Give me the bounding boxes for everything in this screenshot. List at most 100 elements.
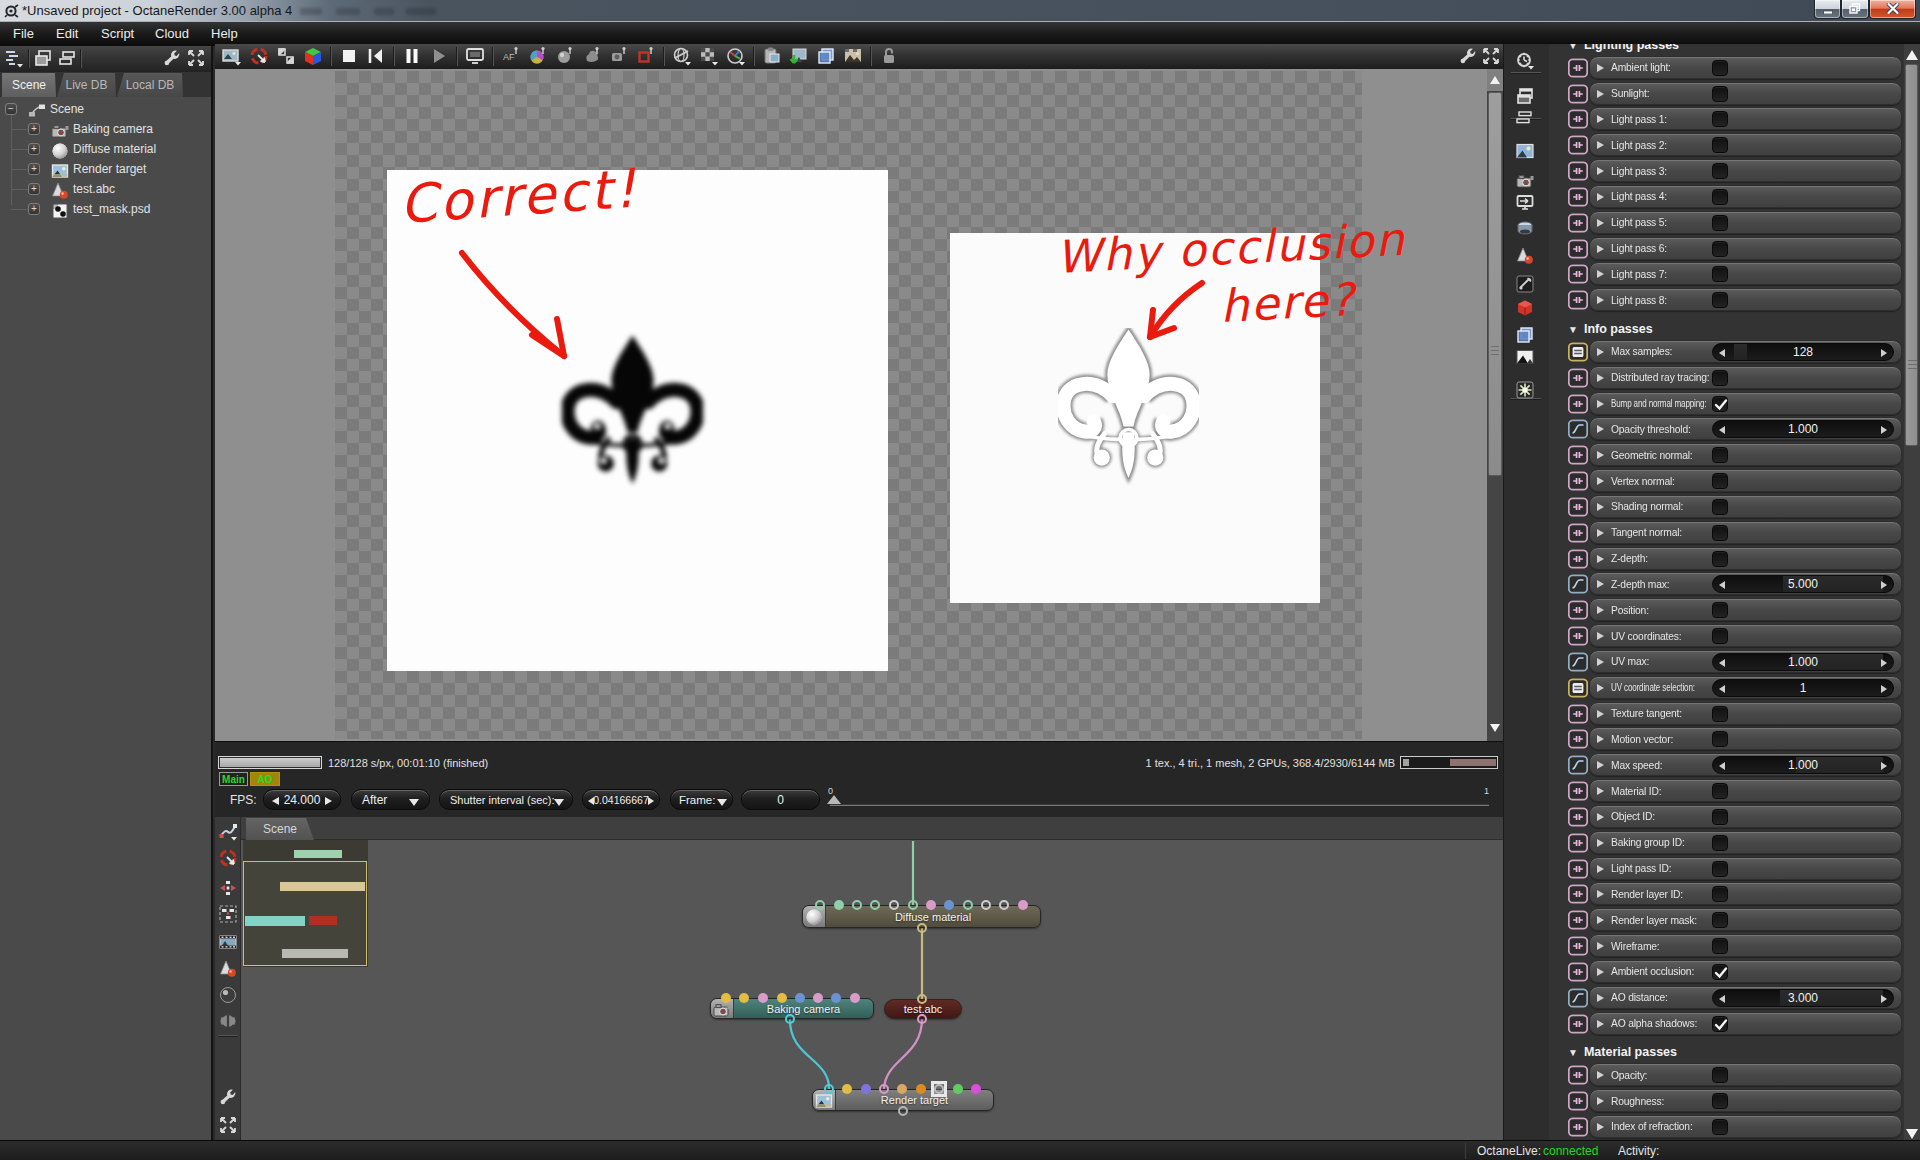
param-row-light-pass-8[interactable]: Light pass 8: [1589, 288, 1902, 311]
node-pin[interactable] [758, 993, 768, 1003]
param-row-ao-alpha-shadows[interactable]: AO alpha shadows: [1589, 1012, 1902, 1035]
param-row-z-depth-max[interactable]: Z-depth max:5.000 [1589, 572, 1902, 595]
slider-right-arrow-icon[interactable] [1881, 995, 1887, 1003]
checkbox-light-pass-5[interactable] [1712, 215, 1728, 231]
globe-drop-icon[interactable] [672, 46, 694, 68]
tree-expander-expand[interactable]: + [28, 203, 40, 215]
node-pin[interactable] [953, 1084, 963, 1094]
gear-clock-icon[interactable] [1515, 50, 1537, 72]
checkbox-uv-coordinates[interactable] [1712, 628, 1728, 644]
render-viewport[interactable]: Correct! Why occlusion here? [215, 69, 1503, 741]
win-layers-icon[interactable] [1515, 86, 1537, 108]
menu-script[interactable]: Script [101, 26, 134, 41]
bars-2-icon[interactable] [1515, 107, 1537, 129]
clipboard-icon[interactable] [762, 46, 784, 68]
cube-red-icon[interactable] [1515, 298, 1537, 320]
slider-right-arrow-icon[interactable] [1881, 426, 1887, 434]
lock-icon[interactable] [879, 46, 901, 68]
param-row-uv-coordinates[interactable]: UV coordinates: [1589, 624, 1902, 647]
node-pink-icon[interactable] [1568, 445, 1588, 464]
disc-3d-icon[interactable] [1515, 218, 1537, 240]
rgb-cube-icon[interactable] [303, 46, 325, 68]
node-blue-icon[interactable] [1568, 652, 1588, 671]
param-row-light-pass-3[interactable]: Light pass 3: [1589, 159, 1902, 182]
expand-arrow-icon[interactable] [1597, 503, 1604, 511]
tree-item-baking-camera[interactable]: Baking camera [73, 122, 153, 136]
expand-arrow-icon[interactable] [1597, 658, 1604, 666]
node-pink-icon[interactable] [1568, 833, 1588, 852]
tree-expander-expand[interactable]: + [28, 163, 40, 175]
node-pin[interactable] [908, 900, 918, 910]
menu-help[interactable]: Help [211, 26, 238, 41]
layers-blue-icon[interactable] [1515, 325, 1537, 347]
node-pink-icon[interactable] [1568, 1014, 1588, 1033]
slider-z-depth-max[interactable]: 5.000 [1712, 575, 1894, 593]
blob-pin-icon[interactable] [582, 46, 604, 68]
fit-view-icon[interactable] [276, 46, 298, 68]
outliner-tab-scene[interactable]: Scene [2, 73, 56, 97]
slider-max-samples[interactable]: 128 [1712, 343, 1894, 361]
node-pink-icon[interactable] [1568, 1065, 1588, 1084]
node-pin[interactable] [861, 1084, 871, 1094]
tree-expander-expand[interactable]: + [28, 183, 40, 195]
node-pink-icon[interactable] [1568, 187, 1588, 206]
node-pin[interactable] [879, 1084, 889, 1094]
checkbox-baking-group-id[interactable] [1712, 835, 1728, 851]
timeline-track[interactable] [830, 804, 1489, 806]
node-pin[interactable] [824, 1084, 834, 1094]
stop-icon[interactable] [339, 46, 361, 68]
layers-blue-icon[interactable] [816, 46, 838, 68]
node-pink-icon[interactable] [1568, 1117, 1588, 1136]
node-pin[interactable] [917, 994, 927, 1004]
checkbox-light-pass-1[interactable] [1712, 111, 1728, 127]
node-blue-icon[interactable] [1568, 988, 1588, 1007]
pass-tab-main[interactable]: Main [219, 772, 248, 786]
checkbox-tangent-normal[interactable] [1712, 525, 1728, 541]
expand-icon[interactable] [1481, 46, 1503, 68]
node-pink-icon[interactable] [1568, 84, 1588, 103]
node-blue-icon[interactable] [1568, 574, 1588, 593]
param-row-uv-max[interactable]: UV max:1.000 [1589, 650, 1902, 673]
node-pin[interactable] [739, 993, 749, 1003]
expand-arrow-icon[interactable] [1597, 942, 1604, 950]
restart-icon[interactable] [366, 46, 388, 68]
expand-arrow-icon[interactable] [1597, 580, 1604, 588]
node-pin[interactable] [999, 900, 1009, 910]
param-row-shading-normal[interactable]: Shading normal: [1589, 495, 1902, 518]
expand-arrow-icon[interactable] [1597, 761, 1604, 769]
menu-file[interactable]: File [13, 26, 34, 41]
param-row-opacity-threshold[interactable]: Opacity threshold:1.000 [1589, 417, 1902, 440]
checker-drop-icon[interactable] [699, 46, 721, 68]
passes-photo-icon[interactable] [843, 46, 865, 68]
node-output-pin[interactable] [785, 1014, 795, 1024]
expand-arrow-icon[interactable] [1597, 477, 1604, 485]
increment-icon[interactable] [325, 797, 332, 805]
tools-dark-icon[interactable] [1515, 274, 1537, 296]
frame-value-box[interactable]: 0 [741, 789, 820, 810]
frame-dropdown[interactable]: Frame: [670, 789, 733, 810]
fps-stepper[interactable]: 24.000 [263, 789, 341, 810]
outliner-tab-local-db[interactable]: Local DB [117, 73, 183, 97]
expand-arrow-icon[interactable] [1597, 994, 1604, 1002]
node-pin[interactable] [813, 993, 823, 1003]
slider-ao-distance[interactable]: 3.000 [1712, 989, 1894, 1007]
param-row-geometric-normal[interactable]: Geometric normal: [1589, 443, 1902, 466]
param-row-light-pass-6[interactable]: Light pass 6: [1589, 237, 1902, 260]
node-pin[interactable] [934, 1084, 944, 1094]
expand-arrow-icon[interactable] [1597, 606, 1604, 614]
param-row-uv-coordinate-selection[interactable]: UV coordinate selection:1 [1589, 676, 1902, 699]
expand-arrow-icon[interactable] [1597, 270, 1604, 278]
viewport-scroll-up[interactable] [1487, 69, 1503, 91]
node-pin[interactable] [944, 900, 954, 910]
expand-arrow-icon[interactable] [1597, 555, 1604, 563]
tree-expander-expand[interactable]: + [28, 123, 40, 135]
node-pink-icon[interactable] [1568, 213, 1588, 232]
image-blue-icon[interactable] [1515, 141, 1537, 163]
param-row-max-samples[interactable]: Max samples:128 [1589, 340, 1902, 363]
expand-arrow-icon[interactable] [1597, 710, 1604, 718]
expand-arrow-icon[interactable] [1597, 245, 1604, 253]
gauge-drop-icon[interactable] [726, 46, 748, 68]
param-row-light-pass-5[interactable]: Light pass 5: [1589, 211, 1902, 234]
node-yellow-icon[interactable] [1568, 342, 1588, 361]
node-pin[interactable] [889, 900, 899, 910]
